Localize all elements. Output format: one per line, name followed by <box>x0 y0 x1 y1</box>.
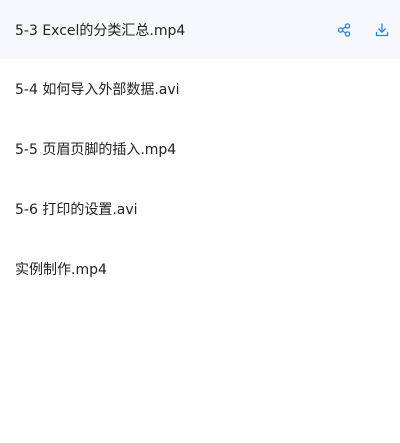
file-row[interactable]: 5-4 如何导入外部数据.avi <box>0 59 400 119</box>
file-name: 5-6 打印的设置.avi <box>15 202 138 218</box>
file-name: 5-5 页眉页脚的插入.mp4 <box>15 142 177 158</box>
row-actions <box>336 0 390 59</box>
share-icon <box>337 22 351 37</box>
file-row[interactable]: 5-3 Excel的分类汇总.mp4 <box>0 0 400 59</box>
file-row[interactable]: 实例制作.mp4 <box>0 239 400 299</box>
file-list: 5-3 Excel的分类汇总.mp4 5-4 如何导入外部数据.avi 5-5 … <box>0 0 400 443</box>
file-row[interactable]: 5-5 页眉页脚的插入.mp4 <box>0 119 400 179</box>
file-row[interactable]: 5-6 打印的设置.avi <box>0 179 400 239</box>
share-button[interactable] <box>336 22 352 38</box>
file-name: 5-3 Excel的分类汇总.mp4 <box>15 22 186 39</box>
file-name: 5-4 如何导入外部数据.avi <box>15 82 180 98</box>
download-button[interactable] <box>374 22 390 38</box>
download-icon <box>375 22 389 36</box>
file-name: 实例制作.mp4 <box>15 262 107 278</box>
